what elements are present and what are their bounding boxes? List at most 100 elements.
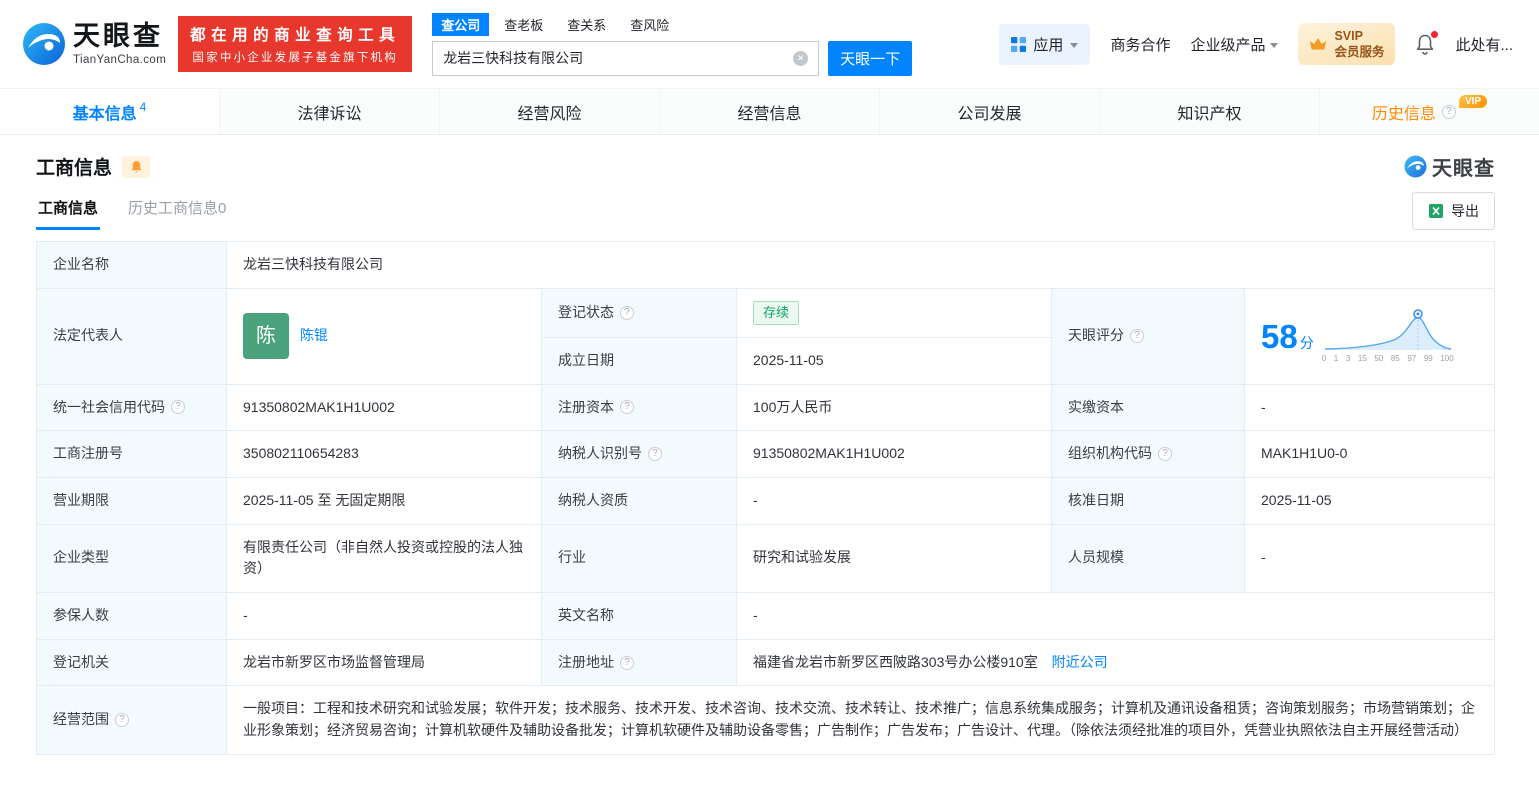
table-row: 营业期限 2025-11-05 至 无固定期限 纳税人资质 - 核准日期 202… xyxy=(36,476,1495,525)
help-icon[interactable] xyxy=(648,447,662,462)
search-tab-relation[interactable]: 查关系 xyxy=(558,13,615,36)
search-box[interactable] xyxy=(432,40,820,76)
business-info-table: 企业名称 龙岩三快科技有限公司 法定代表人 陈 陈锟 登记状态 存续 天眼评 xyxy=(36,241,1495,755)
tab-intellectual-property-label: 知识产权 xyxy=(1177,105,1242,123)
staff-size-value: - xyxy=(1244,523,1495,594)
tab-company-development[interactable]: 公司发展 xyxy=(879,89,1099,134)
paid-capital-value: - xyxy=(1244,383,1495,432)
tab-operating-risk-label: 经营风险 xyxy=(517,105,582,123)
tab-legal-proceedings-label: 法律诉讼 xyxy=(297,105,362,123)
field-label: 工商注册号 xyxy=(36,430,227,478)
taxpayer-id-value: 91350802MAK1H1U002 xyxy=(736,430,1052,478)
tab-intellectual-property[interactable]: 知识产权 xyxy=(1099,89,1319,134)
subtab-history-business-info[interactable]: 历史工商信息0 xyxy=(126,191,228,230)
score-curve-chart: 0 1 3 15 50 85 97 99 100 xyxy=(1322,306,1454,365)
nearby-companies-link[interactable]: 附近公司 xyxy=(1052,654,1108,670)
subtab-business-info[interactable]: 工商信息 xyxy=(36,191,101,230)
company-section-tabs: 基本信息 4 法律诉讼 经营风险 经营信息 公司发展 知识产权 历史信息 VIP xyxy=(0,88,1539,135)
industry-value: 研究和试验发展 xyxy=(736,523,1052,594)
establish-date-value: 2025-11-05 xyxy=(736,336,1052,385)
field-label: 统一社会信用代码 xyxy=(36,383,227,432)
nav-business-cooperation[interactable]: 商务合作 xyxy=(1110,34,1170,55)
legal-rep-avatar[interactable]: 陈 xyxy=(243,313,289,360)
search-tab-company[interactable]: 查公司 xyxy=(432,12,490,36)
export-button[interactable]: 导出 xyxy=(1412,191,1495,230)
clear-icon[interactable] xyxy=(793,50,809,66)
main-content: 工商信息 天眼查 工商信息 历史工商信息0 导出 企业名称 龙岩三快科技有限公司… xyxy=(0,135,1539,755)
brand-name: 天眼查 xyxy=(73,20,163,51)
table-row: 登记机关 龙岩市新罗区市场监督管理局 注册地址 福建省龙岩市新罗区西陂路303号… xyxy=(36,638,1495,687)
tab-basic-info-label: 基本信息 xyxy=(72,105,137,123)
org-code-value: MAK1H1U0-0 xyxy=(1244,430,1495,478)
insured-num-value: - xyxy=(226,592,542,640)
field-label: 天眼评分 xyxy=(1051,287,1245,385)
reg-status-cell: 存续 xyxy=(736,287,1052,338)
reg-number-value: 350802110654283 xyxy=(226,430,542,478)
excel-icon xyxy=(1429,203,1443,218)
search-tab-boss[interactable]: 查老板 xyxy=(495,13,552,36)
table-row: 工商注册号 350802110654283 纳税人识别号 91350802MAK… xyxy=(36,430,1495,478)
tab-operating-info[interactable]: 经营信息 xyxy=(659,89,879,134)
svip-membership-button[interactable]: SVIP 会员服务 xyxy=(1298,22,1396,66)
svip-crown-icon xyxy=(1310,38,1327,50)
tab-basic-info[interactable]: 基本信息 4 xyxy=(0,89,219,134)
nav-enterprise-products[interactable]: 企业级产品 xyxy=(1190,34,1279,55)
field-label: 组织机构代码 xyxy=(1051,430,1245,478)
field-label: 企业名称 xyxy=(36,241,227,289)
nav-apps-button[interactable]: 应用 xyxy=(999,23,1091,65)
help-icon[interactable] xyxy=(620,400,634,415)
caret-down-icon xyxy=(1270,42,1279,48)
tyc-score-cell: 58 分 0 1 3 15 50 85 97 99 100 xyxy=(1244,287,1495,385)
field-label: 登记机关 xyxy=(36,638,227,687)
tab-company-development-label: 公司发展 xyxy=(957,105,1022,123)
field-label: 注册资本 xyxy=(541,383,737,432)
score-unit: 分 xyxy=(1299,334,1314,351)
tab-history-info[interactable]: 历史信息 VIP xyxy=(1319,89,1539,134)
help-icon[interactable] xyxy=(620,655,634,670)
field-label: 核准日期 xyxy=(1051,476,1245,525)
subscribe-bell-button[interactable] xyxy=(122,155,151,178)
help-icon[interactable] xyxy=(115,713,129,728)
business-scope-value: 一般项目：工程和技术研究和试验发展；软件开发；技术服务、技术开发、技术咨询、技术… xyxy=(226,685,1495,755)
notification-bell-button[interactable] xyxy=(1415,31,1439,55)
table-row: 企业名称 龙岩三快科技有限公司 xyxy=(36,241,1495,289)
score-value[interactable]: 58 分 xyxy=(1261,311,1314,362)
field-label: 营业期限 xyxy=(36,476,227,525)
field-label: 纳税人识别号 xyxy=(541,430,737,478)
search-area: 查公司 查老板 查关系 查风险 天眼一下 xyxy=(432,12,913,76)
top-bar: 天眼查 TianYanCha.com 都在用的商业查询工具 国家中小企业发展子基… xyxy=(0,0,1539,88)
help-icon[interactable] xyxy=(1130,329,1144,344)
table-row: 参保人数 - 英文名称 - xyxy=(36,592,1495,640)
field-label: 纳税人资质 xyxy=(541,476,737,525)
field-label: 登记状态 xyxy=(541,287,737,338)
brand-slogan-banner: 都在用的商业查询工具 国家中小企业发展子基金旗下机构 xyxy=(178,16,413,72)
taxpayer-quality-value: - xyxy=(736,476,1052,525)
table-row: 经营范围 一般项目：工程和技术研究和试验发展；软件开发；技术服务、技术开发、技术… xyxy=(36,685,1495,755)
brand-domain: TianYanCha.com xyxy=(73,53,167,66)
nav-more-link[interactable]: 此处有... xyxy=(1455,34,1513,55)
section-header: 工商信息 天眼查 xyxy=(36,135,1495,183)
nav-enterprise-label: 企业级产品 xyxy=(1190,36,1266,54)
tianyancha-logo-icon xyxy=(23,23,65,65)
help-icon[interactable] xyxy=(1158,447,1172,462)
status-badge: 存续 xyxy=(753,300,800,325)
english-name-value: - xyxy=(736,592,1495,640)
brand-logo[interactable]: 天眼查 TianYanCha.com xyxy=(22,22,166,66)
tab-basic-info-count: 4 xyxy=(139,99,147,114)
legal-rep-link[interactable]: 陈锟 xyxy=(300,325,328,347)
help-icon[interactable] xyxy=(1441,104,1456,119)
help-icon[interactable] xyxy=(620,305,634,320)
top-nav: 应用 商务合作 企业级产品 SVIP 会员服务 此处有... xyxy=(999,22,1513,66)
reg-address-cell: 福建省龙岩市新罗区西陂路303号办公楼910室 附近公司 xyxy=(736,638,1495,687)
search-button[interactable]: 天眼一下 xyxy=(828,40,913,76)
slogan-line1: 都在用的商业查询工具 xyxy=(190,27,401,44)
tab-operating-risk[interactable]: 经营风险 xyxy=(439,89,659,134)
search-tab-risk[interactable]: 查风险 xyxy=(621,13,678,36)
section-title: 工商信息 xyxy=(36,158,113,179)
help-icon[interactable] xyxy=(171,400,185,415)
search-input[interactable] xyxy=(443,50,794,66)
slogan-line2: 国家中小企业发展子基金旗下机构 xyxy=(192,52,398,64)
tab-legal-proceedings[interactable]: 法律诉讼 xyxy=(219,89,439,134)
legal-rep-cell: 陈 陈锟 xyxy=(226,287,542,385)
caret-down-icon xyxy=(1070,42,1079,48)
